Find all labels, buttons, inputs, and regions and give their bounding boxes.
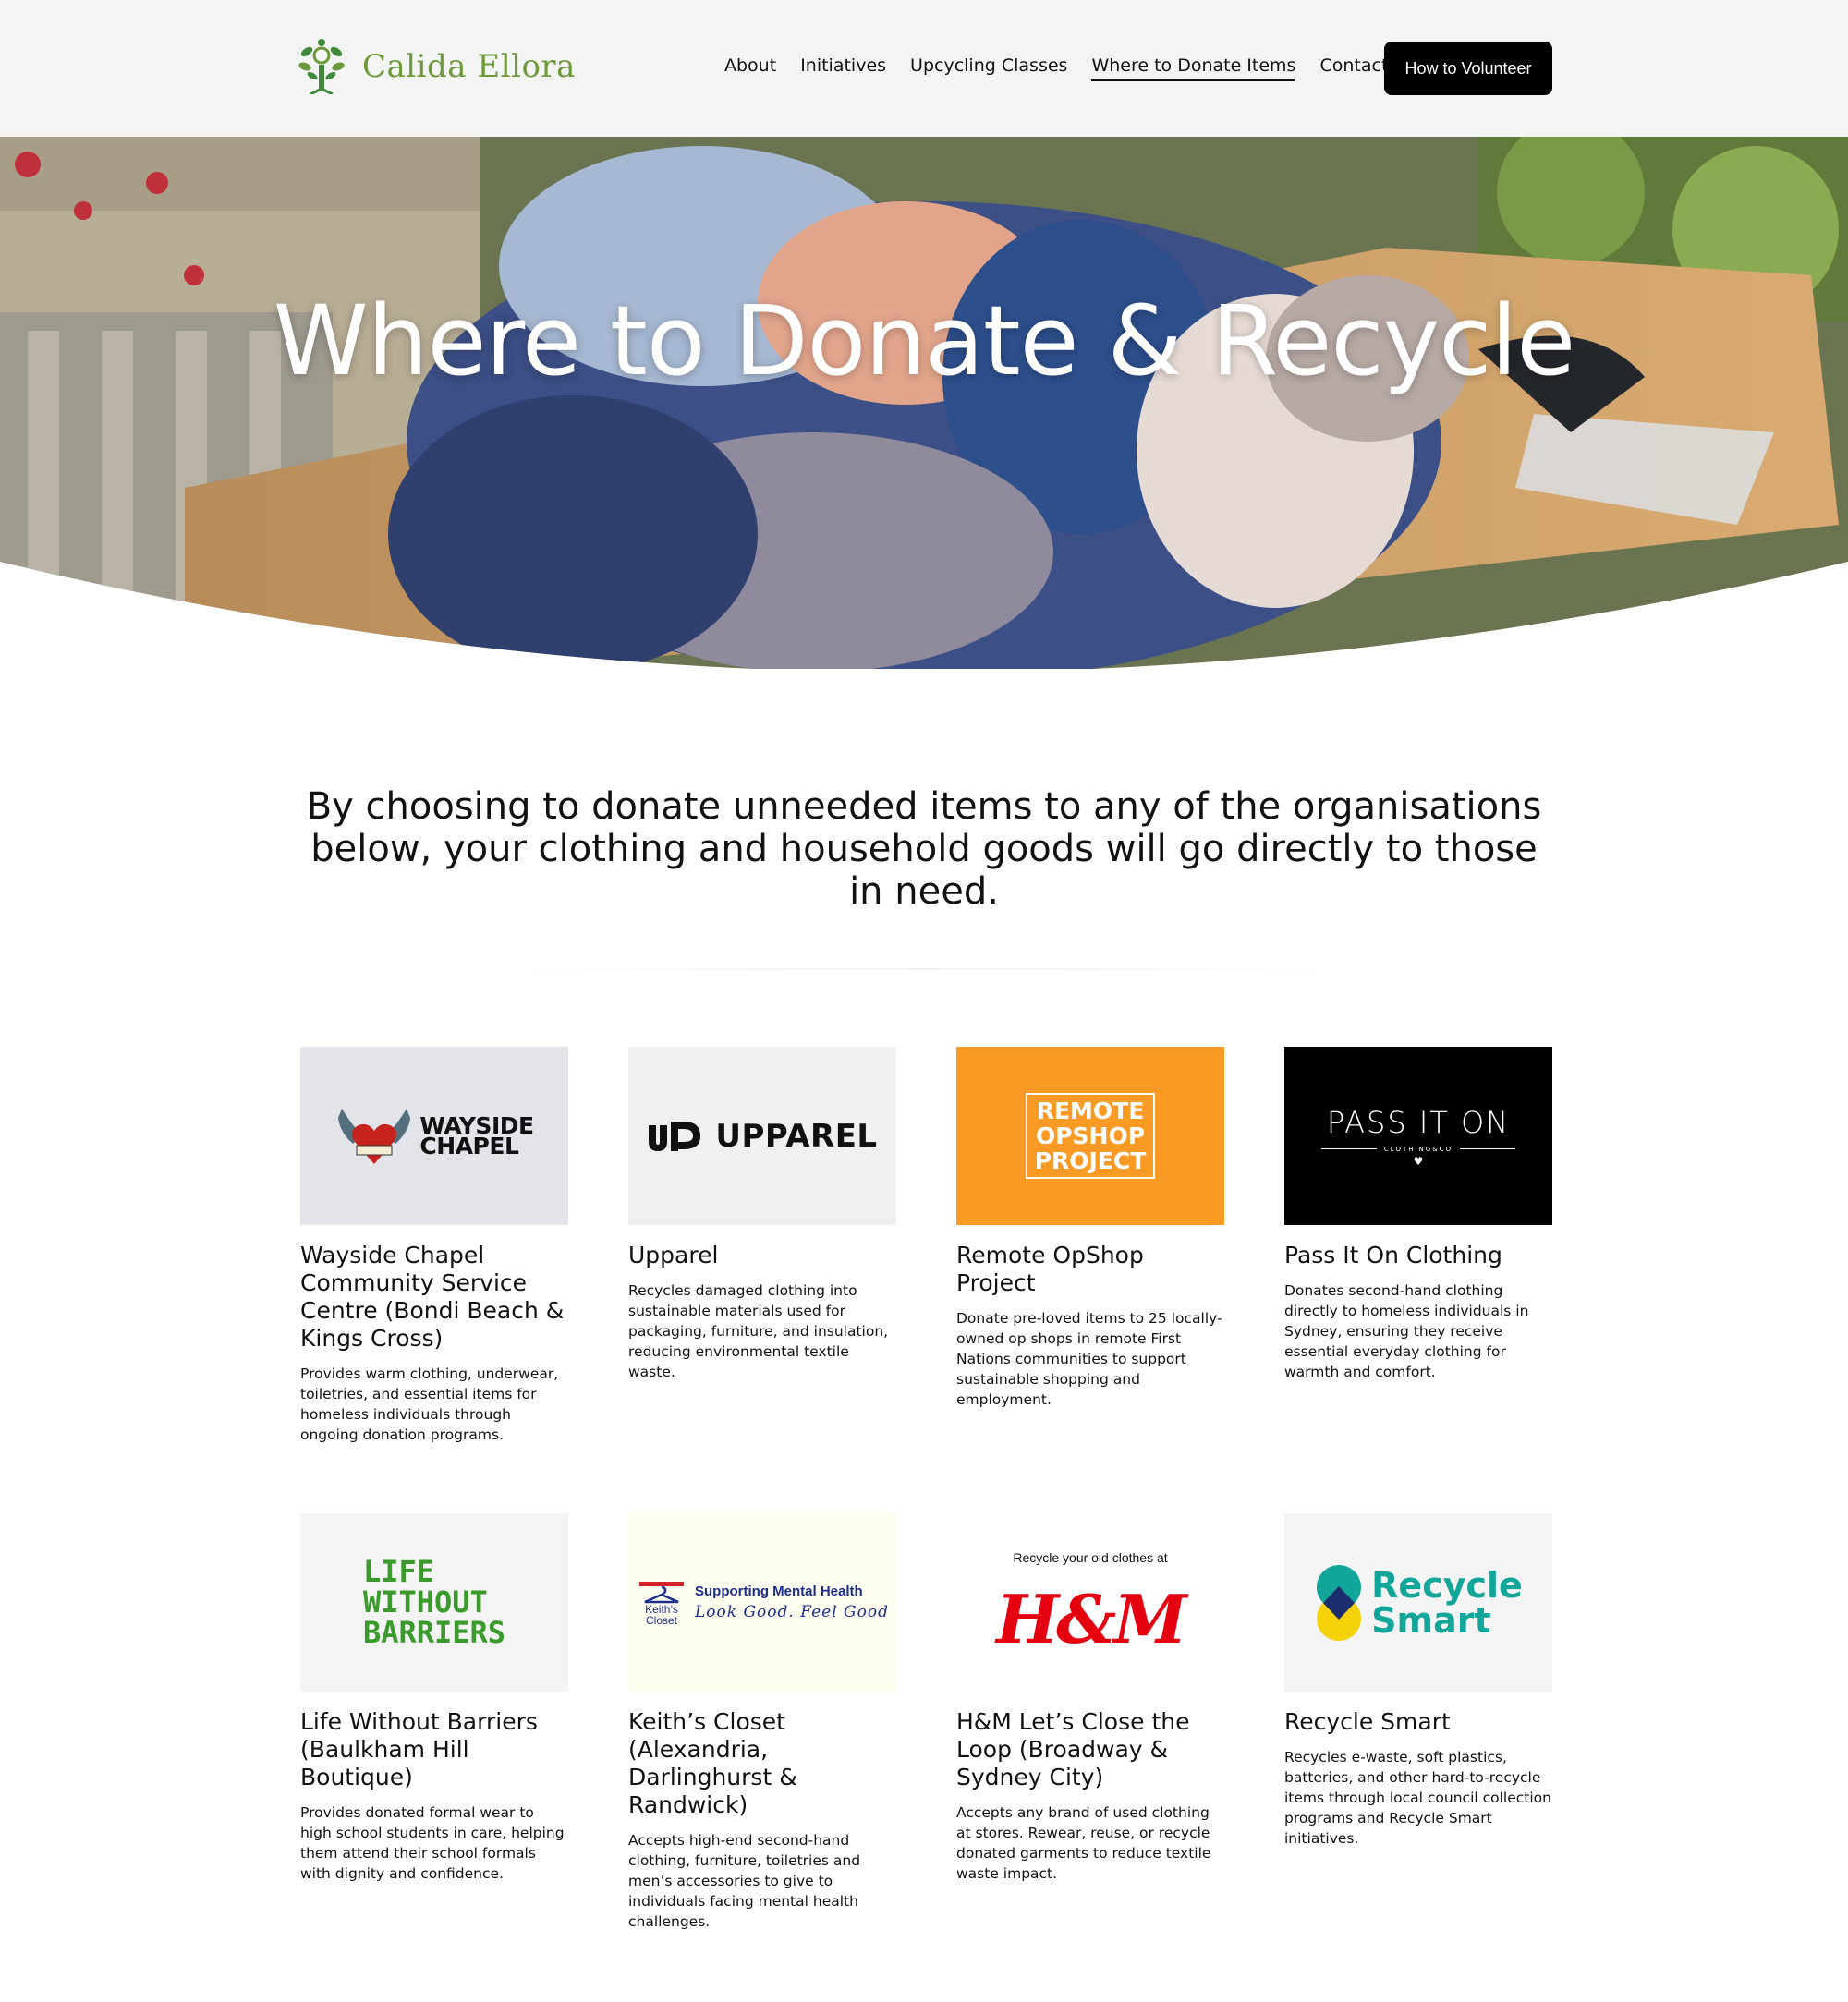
recycle-smart-wordmark: Recycle Smart — [1371, 1564, 1523, 1641]
upparel-mark-icon — [649, 1121, 701, 1151]
org-logo: WAYSIDE CHAPEL — [300, 1047, 568, 1225]
nav-where-to-donate[interactable]: Where to Donate Items — [1091, 55, 1296, 81]
keiths-closet-wordmark: Keith’s Closet Supporting Mental Health … — [636, 1580, 889, 1626]
heart-icon: ♥ — [1413, 1154, 1424, 1168]
section-divider — [517, 968, 1331, 970]
hm-wordmark: H&M — [996, 1580, 1187, 1658]
org-logo: REMOTE OPSHOP PROJECT — [956, 1047, 1224, 1225]
org-logo: Recycle Smart — [1284, 1513, 1552, 1692]
org-logo: Keith’s Closet Supporting Mental Health … — [628, 1513, 896, 1692]
how-to-volunteer-button[interactable]: How to Volunteer — [1384, 42, 1552, 95]
org-card-remote-opshop: REMOTE OPSHOP PROJECT Remote OpShop Proj… — [956, 1047, 1224, 1410]
lwb-wordmark: LIFE WITHOUT BARRIERS — [362, 1554, 506, 1650]
org-logo: PASS IT ON CLOTHING&CO ♥ — [1284, 1047, 1552, 1225]
hero-image — [0, 137, 1848, 669]
wayside-wordmark: WAYSIDE CHAPEL — [419, 1111, 534, 1159]
org-description: Accepts high-end second-hand clothing, f… — [628, 1832, 861, 1930]
org-card-wayside-chapel: WAYSIDE CHAPEL Wayside Chapel Community … — [300, 1047, 568, 1445]
hm-caption: Recycle your old clothes at — [1013, 1550, 1168, 1565]
hero-banner: Where to Donate & Recycle — [0, 137, 1848, 669]
org-name: Remote OpShop Project — [956, 1242, 1144, 1296]
intro-text: By choosing to donate unneeded items to … — [306, 785, 1542, 913]
heart-wings-icon — [338, 1108, 411, 1164]
org-logo: LIFE WITHOUT BARRIERS — [300, 1513, 568, 1692]
org-card-life-without-barriers: LIFE WITHOUT BARRIERS Life Without Barri… — [300, 1513, 568, 1884]
org-description: Recycles e-waste, soft plastics, batteri… — [1284, 1749, 1551, 1847]
org-card-upparel: UPPAREL Upparel Recycles damaged clothin… — [628, 1047, 896, 1382]
org-card-recycle-smart: Recycle Smart Recycle Smart Recycles e-w… — [1284, 1513, 1552, 1849]
org-card-pass-it-on: PASS IT ON CLOTHING&CO ♥ Pass It On Clot… — [1284, 1047, 1552, 1382]
tree-icon — [298, 39, 345, 94]
upparel-wordmark: UPPAREL — [715, 1117, 878, 1155]
org-name: Recycle Smart — [1284, 1708, 1451, 1735]
main-nav: About Initiatives Upcycling Classes Wher… — [724, 55, 1440, 81]
org-name: Keith’s Closet (Alexandria, Darlinghurst… — [628, 1708, 797, 1818]
hanger-icon — [639, 1581, 685, 1603]
org-logo: UPPAREL — [628, 1047, 896, 1225]
org-logo: Recycle your old clothes at H&M — [956, 1513, 1224, 1692]
brand-name: Calida Ellora — [362, 48, 576, 85]
org-name: Upparel — [628, 1242, 719, 1268]
nav-upcycling-classes[interactable]: Upcycling Classes — [910, 55, 1067, 81]
brand[interactable]: Calida Ellora — [298, 39, 576, 94]
org-name: H&M Let’s Close the Loop (Broadway & Syd… — [956, 1708, 1190, 1790]
org-name: Life Without Barriers (Baulkham Hill Bou… — [300, 1708, 538, 1790]
org-description: Provides donated formal wear to high sch… — [300, 1804, 565, 1882]
org-description: Donates second-hand clothing directly to… — [1284, 1282, 1529, 1380]
org-card-hm: Recycle your old clothes at H&M H&M Let’… — [956, 1513, 1224, 1884]
pass-it-on-wordmark: PASS IT ON CLOTHING&CO ♥ — [1320, 1105, 1516, 1168]
nav-initiatives[interactable]: Initiatives — [800, 55, 886, 81]
org-description: Provides warm clothing, underwear, toile… — [300, 1365, 559, 1443]
remote-opshop-wordmark: REMOTE OPSHOP PROJECT — [1025, 1093, 1156, 1179]
nav-about[interactable]: About — [724, 55, 776, 81]
org-description: Accepts any brand of used clothing at st… — [956, 1804, 1211, 1882]
site-header: Calida Ellora About Initiatives Upcyclin… — [0, 0, 1848, 137]
hero-title: Where to Donate & Recycle — [273, 285, 1575, 397]
org-name: Pass It On Clothing — [1284, 1242, 1502, 1268]
org-description: Donate pre-loved items to 25 locally-own… — [956, 1310, 1222, 1408]
org-description: Recycles damaged clothing into sustainab… — [628, 1282, 889, 1380]
org-card-keiths-closet: Keith’s Closet Supporting Mental Health … — [628, 1513, 896, 1932]
recycle-smart-mark-icon — [1317, 1564, 1362, 1641]
org-name: Wayside Chapel Community Service Centre … — [300, 1242, 565, 1352]
